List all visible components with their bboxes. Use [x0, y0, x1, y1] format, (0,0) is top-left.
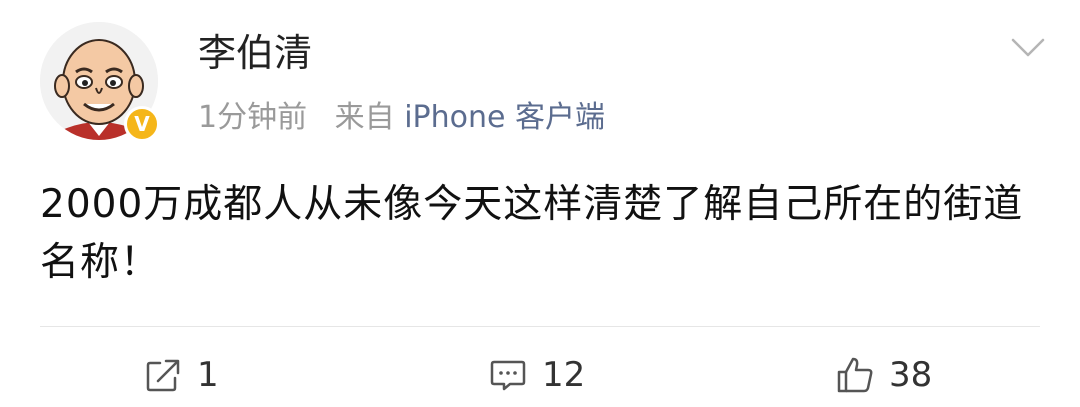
- source-prefix: 来自: [334, 100, 395, 135]
- username[interactable]: 李伯清: [198, 34, 312, 72]
- repost-button[interactable]: 1: [143, 354, 219, 396]
- repost-icon: [143, 355, 183, 395]
- like-icon: [835, 355, 875, 395]
- divider: [40, 326, 1040, 327]
- comment-icon: [488, 355, 528, 395]
- post-time: 1分钟前: [198, 100, 308, 135]
- post-meta: 1分钟前 来自 iPhone 客户端: [198, 103, 605, 133]
- avatar-container[interactable]: V: [40, 22, 160, 142]
- comment-button[interactable]: 12: [488, 354, 585, 396]
- like-count: 38: [889, 355, 933, 395]
- repost-count: 1: [197, 355, 219, 395]
- like-button[interactable]: 38: [835, 354, 932, 396]
- comment-count: 12: [542, 355, 586, 395]
- verified-badge: V: [124, 106, 160, 142]
- chevron-down-icon[interactable]: [1010, 36, 1046, 60]
- post-source[interactable]: iPhone 客户端: [404, 100, 605, 135]
- post-content: 2000万成都人从未像今天这样清楚了解自己所在的街道名称！: [40, 182, 1024, 285]
